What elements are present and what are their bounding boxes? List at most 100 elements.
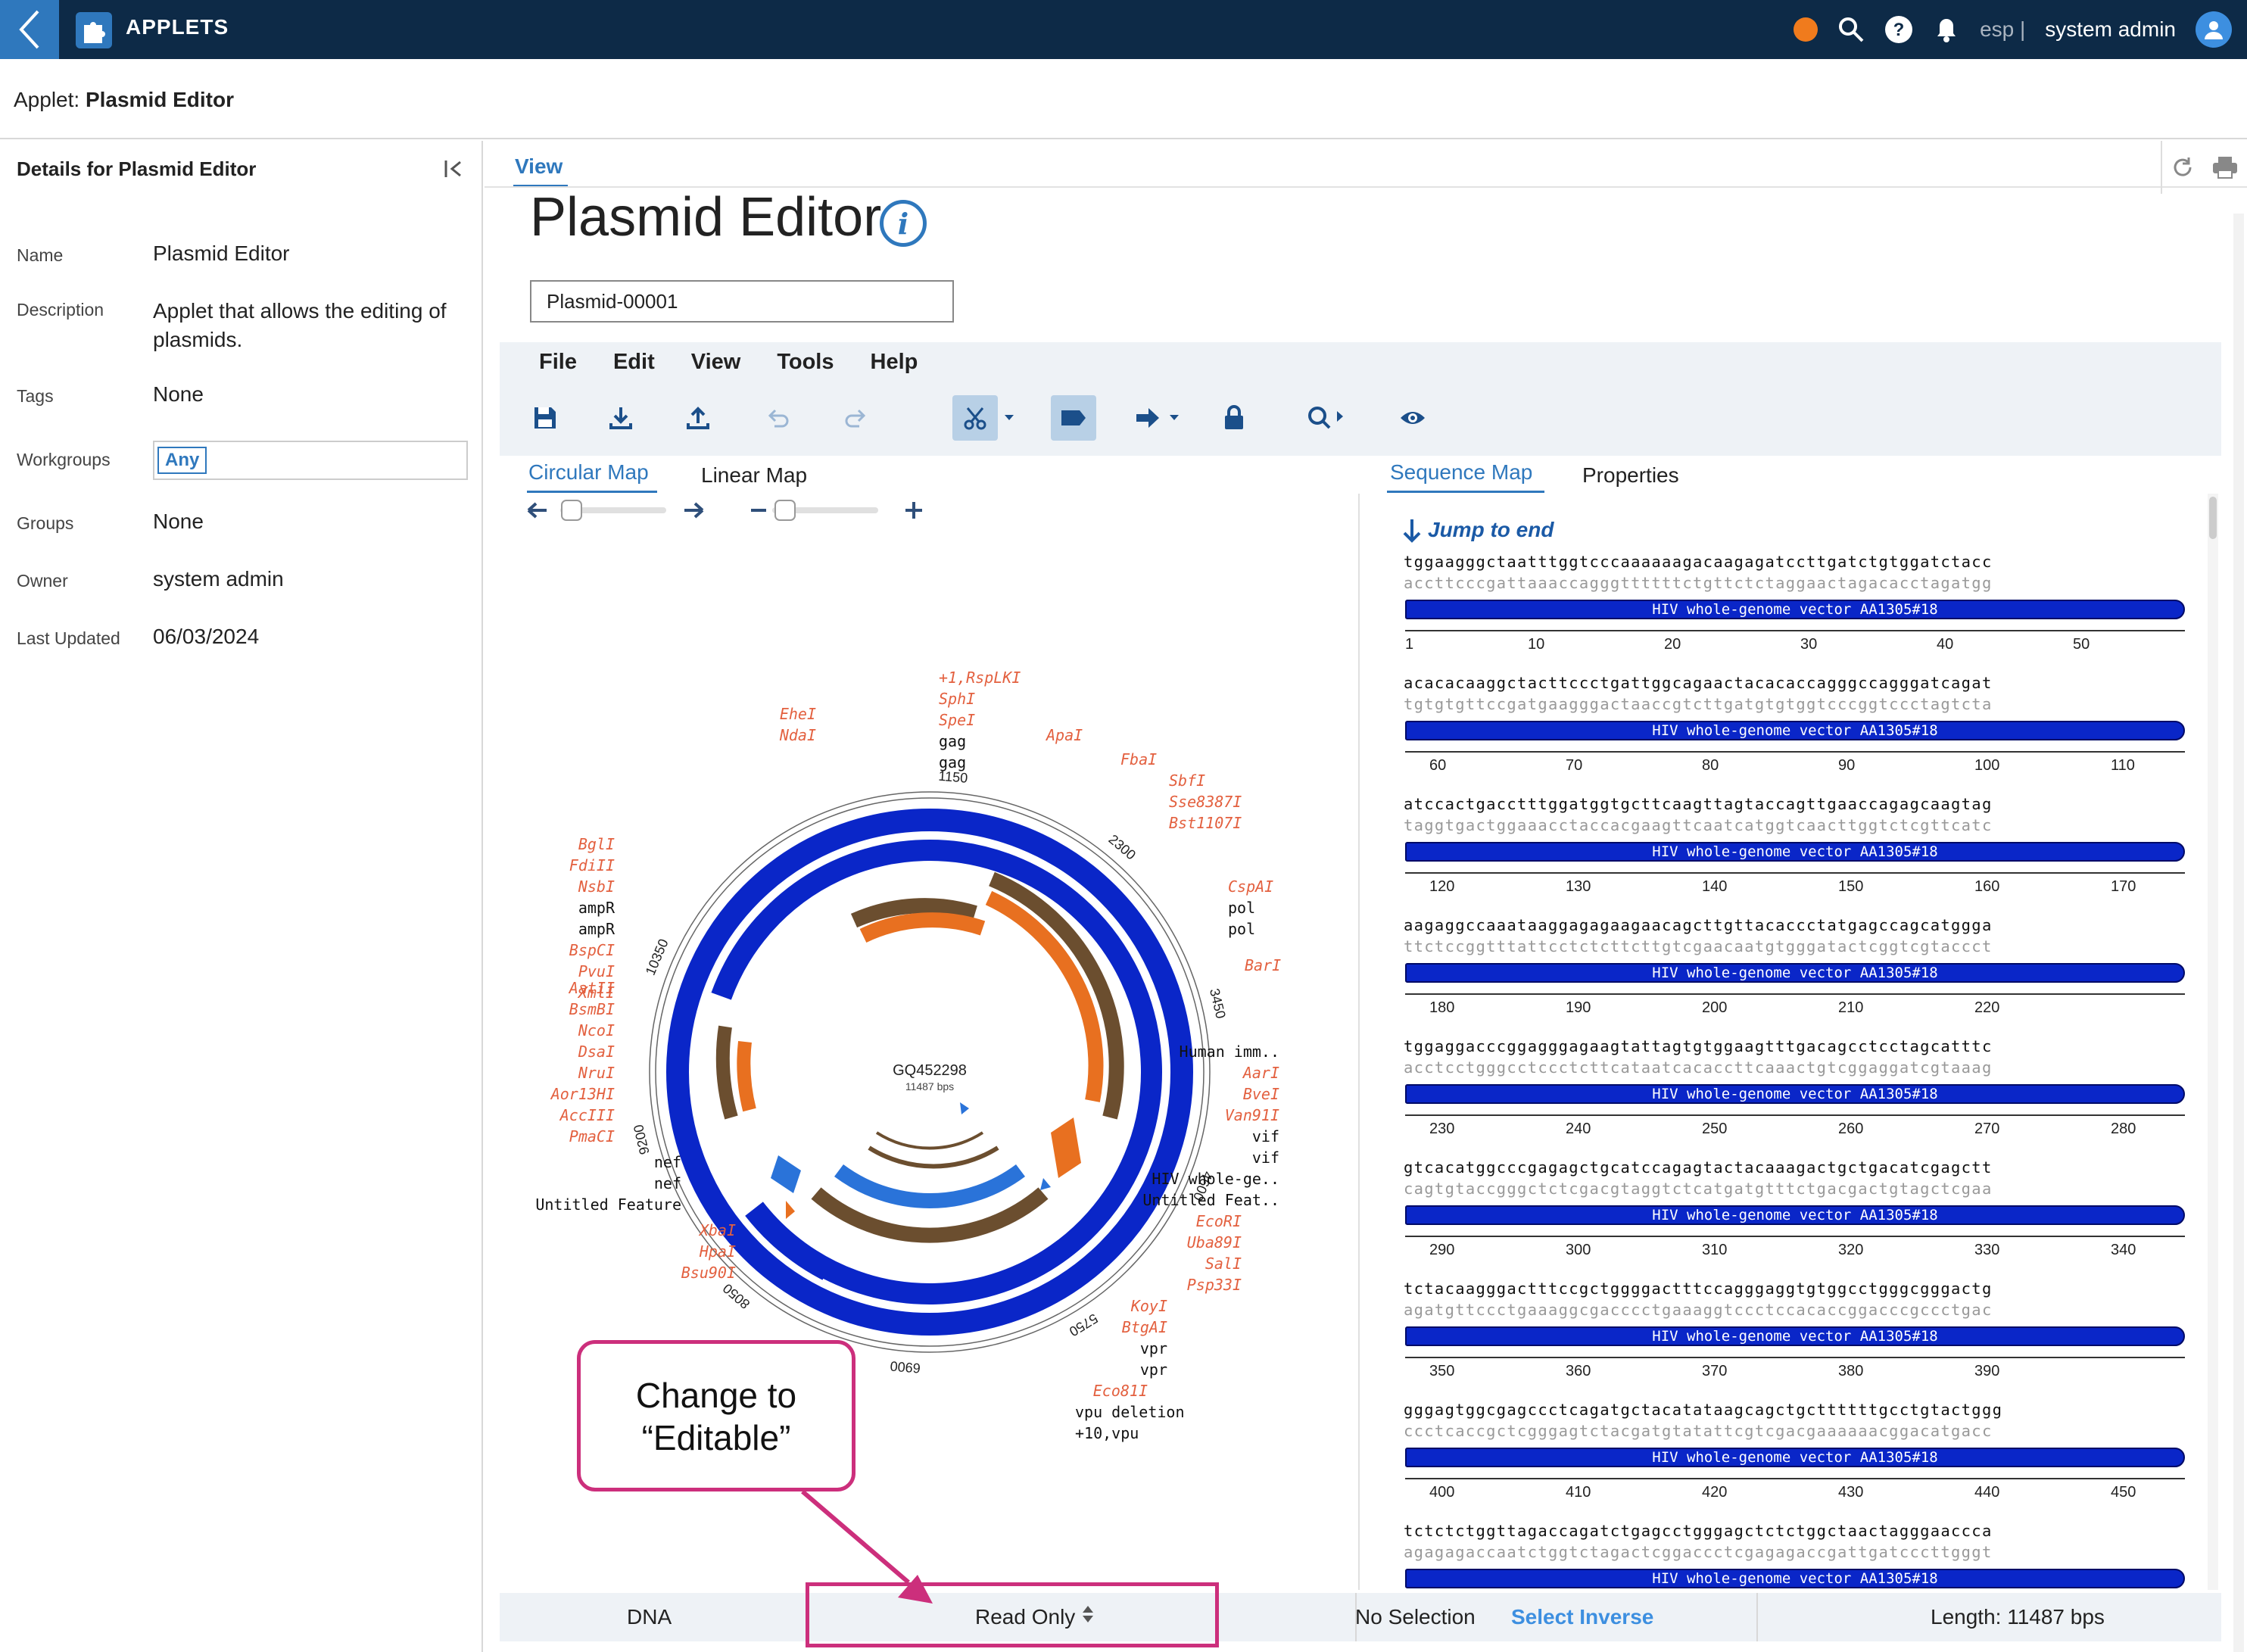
enzyme-label[interactable]: EheI — [780, 705, 816, 723]
search-sequence-icon[interactable] — [1305, 395, 1351, 441]
sequence-map-panel[interactable]: Jump to end tggaagggctaatttggtcccaaaaaag… — [1361, 494, 2221, 1590]
enzyme-label[interactable]: BarI — [1245, 956, 1281, 974]
save-icon[interactable] — [527, 395, 563, 441]
ampR-feature[interactable] — [715, 1025, 738, 1120]
sequence-reverse-strand[interactable]: acctcctgggcctccctcttcataatcacaccttcaaact… — [1404, 1058, 1993, 1077]
redo-icon[interactable] — [837, 395, 874, 441]
enzyme-label[interactable]: BglI — [578, 835, 615, 853]
enzyme-label[interactable]: CspAI — [1228, 877, 1273, 896]
sequence-feature-bar[interactable]: HIV whole-genome vector AA1305#18 — [1405, 1448, 2185, 1467]
small-feature-2[interactable] — [1040, 1178, 1051, 1190]
info-icon[interactable]: i — [880, 200, 927, 247]
enzyme-label[interactable]: BveI — [1243, 1085, 1279, 1103]
arrow-down-icon[interactable] — [1401, 518, 1423, 544]
feature-label[interactable]: vpr — [1140, 1361, 1167, 1379]
page-scrollbar[interactable] — [2233, 214, 2244, 1652]
sequence-forward-strand[interactable]: aagaggccaaataaggagagaagaacagcttgttacaccc… — [1404, 916, 1993, 934]
sequence-feature-bar[interactable]: HIV whole-genome vector AA1305#18 — [1405, 721, 2185, 740]
sequence-feature-bar[interactable]: HIV whole-genome vector AA1305#18 — [1405, 1569, 2185, 1588]
menu-view[interactable]: View — [691, 350, 741, 375]
feature-label[interactable]: vif — [1252, 1149, 1279, 1167]
sequence-reverse-strand[interactable]: ccctcaccgctcgggagtctacgatgtatattcgtcgacg… — [1404, 1422, 1993, 1440]
status-dot-icon[interactable] — [1794, 17, 1818, 42]
plasmid-name-input[interactable]: Plasmid-00001 — [530, 280, 954, 323]
arrow-dropdown-icon[interactable] — [1166, 395, 1183, 441]
tab-linear-map[interactable]: Linear Map — [701, 463, 807, 488]
back-button[interactable] — [0, 0, 59, 59]
jump-to-end-link[interactable]: Jump to end — [1428, 518, 1554, 542]
menu-help[interactable]: Help — [871, 350, 918, 375]
enzyme-label[interactable]: SalI — [1205, 1255, 1242, 1273]
ruler-tick-label[interactable]: 9200 — [631, 1123, 653, 1156]
sequence-reverse-strand[interactable]: agagagaccaatctggtctagactcggaccctcgagagac… — [1404, 1543, 1993, 1561]
enzyme-label[interactable]: PmaCI — [569, 1127, 615, 1145]
language-label[interactable]: esp | — [1980, 17, 2025, 42]
menu-edit[interactable]: Edit — [613, 350, 655, 375]
enzyme-label[interactable]: SphI — [939, 690, 975, 708]
small-feature-1[interactable] — [960, 1102, 969, 1114]
bell-icon[interactable] — [1933, 15, 1960, 44]
tab-properties[interactable]: Properties — [1582, 463, 1679, 488]
feature-label[interactable]: Human imm.. — [1180, 1043, 1279, 1061]
sequence-feature-bar[interactable]: HIV whole-genome vector AA1305#18 — [1405, 1205, 2185, 1225]
feature-label[interactable]: vif — [1252, 1127, 1279, 1145]
feature-label[interactable]: gag — [939, 753, 966, 771]
ampR-cds-feature[interactable] — [737, 1040, 756, 1112]
feature-label[interactable]: vpr — [1140, 1339, 1167, 1357]
feature-label[interactable]: pol — [1228, 899, 1255, 917]
enzyme-label[interactable]: AarI — [1242, 1064, 1279, 1082]
feature-label[interactable]: Untitled Feat.. — [1142, 1191, 1279, 1209]
enzyme-label[interactable]: NruI — [578, 1064, 615, 1082]
sequence-reverse-strand[interactable]: taggtgactggaaacctaccacgaagttcaatcatggtca… — [1404, 816, 1993, 834]
enzyme-label[interactable]: FdiII — [569, 856, 615, 874]
enzyme-label[interactable]: Aor13HI — [550, 1085, 615, 1103]
feature-label-icon[interactable] — [1051, 395, 1096, 441]
arrow-right-icon[interactable] — [1133, 395, 1163, 441]
zoom-in-icon[interactable] — [905, 502, 922, 519]
enzyme-label[interactable]: Bst1107I — [1169, 814, 1242, 832]
enzyme-label[interactable]: SbfI — [1169, 771, 1205, 790]
search-icon[interactable] — [1837, 16, 1865, 43]
sequence-forward-strand[interactable]: gggagtggcgagccctcagatgctacatataagcagctgc… — [1404, 1401, 2002, 1419]
tab-circular-map[interactable]: Circular Map — [528, 460, 649, 485]
enzyme-label[interactable]: AatII — [568, 979, 615, 997]
enzyme-label[interactable]: KoyI — [1130, 1297, 1167, 1315]
plasmid-graphic[interactable]: GQ452298 11487 bps 115023003450460057506… — [629, 768, 1231, 1376]
ruler-tick-label[interactable]: 6900 — [890, 1358, 921, 1376]
enzyme-label[interactable]: EcoRI — [1196, 1212, 1242, 1230]
undo-icon[interactable] — [760, 395, 796, 441]
enzyme-label[interactable]: Psp33I — [1187, 1276, 1242, 1294]
enzyme-label[interactable]: ApaI — [1045, 726, 1083, 744]
sequence-reverse-strand[interactable]: tgtgtgttccgatgaagggactaaccgtcttgatgtgtgg… — [1404, 695, 1993, 713]
rotate-left-icon[interactable] — [527, 502, 547, 519]
sequence-type[interactable]: DNA — [627, 1593, 672, 1641]
sequence-forward-strand[interactable]: tggaagggctaatttggtcccaaaaaagacaagagatcct… — [1404, 553, 1993, 571]
sequence-reverse-strand[interactable]: accttcccgattaaaccagggttttttctgttctctagga… — [1404, 574, 1993, 592]
rotate-thumb[interactable] — [561, 500, 582, 521]
user-avatar-icon[interactable] — [2196, 11, 2232, 48]
lock-icon[interactable] — [1216, 395, 1252, 441]
sequence-reverse-strand[interactable]: agatgttccctgaaaggcgacccctgaaaggtccctccac… — [1404, 1301, 1993, 1319]
feature-label[interactable]: gag — [939, 732, 966, 750]
enzyme-label[interactable]: HpaI — [699, 1242, 736, 1261]
enzyme-label[interactable]: XbaI — [698, 1221, 736, 1239]
enzyme-label[interactable]: BtgAI — [1122, 1318, 1167, 1336]
ruler-tick-label[interactable]: 3450 — [1207, 987, 1229, 1021]
nef-feature[interactable] — [771, 1155, 801, 1193]
vif-cds-feature[interactable] — [1051, 1117, 1081, 1178]
sequence-reverse-strand[interactable]: cagtgtaccgggctctcgacgtaggtctcatgatgtttct… — [1404, 1180, 1993, 1198]
enzyme-label[interactable]: PvuI — [578, 962, 615, 980]
workgroup-chip[interactable]: Any — [157, 447, 207, 474]
feature-label[interactable]: ampR — [578, 920, 616, 938]
enzyme-label[interactable]: FbaI — [1120, 750, 1157, 768]
sequence-forward-strand[interactable]: tggaggacccggagggagaagtattagtgtggaagtttga… — [1404, 1037, 1993, 1055]
rotate-slider[interactable] — [527, 500, 704, 521]
menu-file[interactable]: File — [539, 350, 577, 375]
enzyme-label[interactable]: BspCI — [569, 941, 615, 959]
enzyme-label[interactable]: DsaI — [578, 1043, 615, 1061]
enzyme-label[interactable]: Uba89I — [1187, 1233, 1242, 1251]
gag-cds-feature[interactable] — [859, 912, 986, 943]
feature-label[interactable]: HIV whole-ge.. — [1152, 1170, 1279, 1188]
vpr-feature[interactable] — [834, 1164, 1025, 1208]
feature-label[interactable]: vpu deletion — [1075, 1403, 1185, 1421]
